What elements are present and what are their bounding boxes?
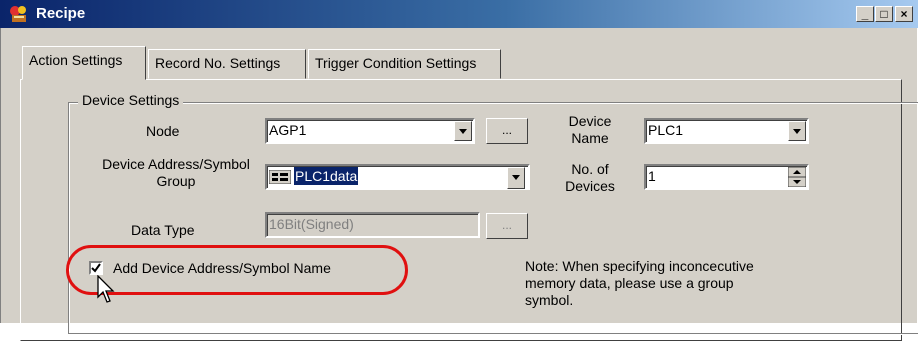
device-name-value: PLC1 <box>648 122 684 138</box>
device-name-dropdown-button[interactable] <box>788 121 806 141</box>
note-line1: Note: When specifying inconcecutive <box>525 258 754 274</box>
minimize-button[interactable]: _ <box>856 6 874 22</box>
tab-action-settings[interactable]: Action Settings <box>22 46 146 80</box>
address-group-dropdown-button[interactable] <box>507 167 525 189</box>
node-dropdown-button[interactable] <box>454 121 472 141</box>
address-group-label-line1: Device Address/Symbol <box>102 156 250 172</box>
data-type-label: Data Type <box>131 222 195 238</box>
minimize-icon: _ <box>861 7 869 21</box>
device-name-label: Device Name <box>560 113 620 147</box>
data-type-browse-button[interactable]: ... <box>486 213 528 239</box>
device-name-label-line1: Device <box>568 113 612 129</box>
maximize-icon: □ <box>880 7 888 21</box>
num-devices-spinner[interactable] <box>787 166 807 188</box>
note-line3: symbol. <box>525 292 574 308</box>
note-text: Note: When specifying inconcecutive memo… <box>525 258 754 309</box>
data-type-value: 16Bit(Signed) <box>269 216 354 232</box>
address-group-value: PLC1data <box>294 167 359 185</box>
num-devices-label: No. of Devices <box>560 161 620 195</box>
highlight-circle <box>66 245 408 295</box>
num-devices-input[interactable]: 1 <box>644 164 809 190</box>
num-devices-label-line1: No. of <box>571 161 609 177</box>
window-title: Recipe <box>36 5 86 22</box>
num-devices-value: 1 <box>648 168 656 184</box>
node-select[interactable]: AGP1 <box>265 118 475 144</box>
device-name-select[interactable]: PLC1 <box>644 118 809 144</box>
close-icon: × <box>900 7 908 21</box>
tab-record-no-settings[interactable]: Record No. Settings <box>148 49 306 79</box>
mouse-pointer-icon <box>97 274 117 305</box>
data-type-select[interactable]: 16Bit(Signed) <box>265 212 480 238</box>
device-name-label-line2: Name <box>571 130 609 146</box>
node-label: Node <box>146 123 180 139</box>
node-browse-button[interactable]: ... <box>486 118 528 144</box>
note-line2: memory data, please use a group <box>525 275 734 291</box>
maximize-button[interactable]: □ <box>875 6 893 22</box>
recipe-app-icon <box>8 4 30 24</box>
address-group-label-line2: Group <box>156 173 196 189</box>
symbol-group-icon <box>268 169 292 185</box>
node-value: AGP1 <box>269 122 307 138</box>
address-group-input[interactable]: PLC1data <box>265 164 530 190</box>
num-devices-label-line2: Devices <box>565 178 615 194</box>
close-button[interactable]: × <box>895 6 913 22</box>
tab-trigger-condition-settings[interactable]: Trigger Condition Settings <box>308 49 501 79</box>
device-settings-legend: Device Settings <box>78 92 184 108</box>
address-group-label: Device Address/Symbol Group <box>86 156 266 190</box>
title-bar[interactable] <box>0 0 918 28</box>
